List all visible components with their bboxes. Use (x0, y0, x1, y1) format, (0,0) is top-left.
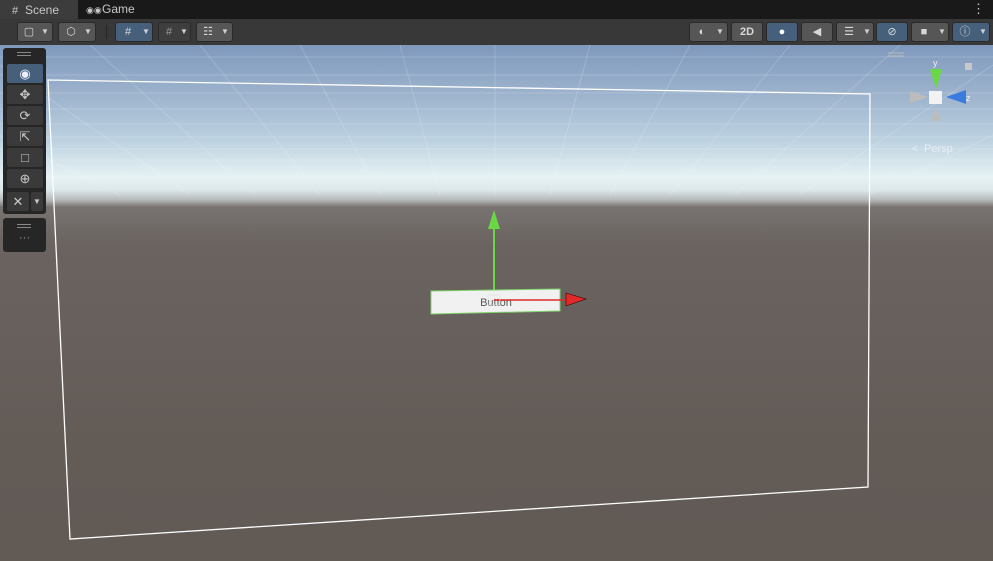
ellipsis-icon: ··· (19, 232, 30, 244)
custom-tool-dropdown[interactable]: ▼ (31, 192, 43, 211)
hidden-objects-toggle-button[interactable]: ⊘ (876, 22, 908, 42)
chevron-down-icon: ▼ (221, 27, 229, 36)
tab-scene-label: Scene (25, 3, 60, 17)
gizmo-y-cone[interactable] (930, 69, 942, 89)
grid-toggle-button[interactable]: # ▼ (115, 22, 153, 42)
tab-bar: # Scene ◉◉Game ⋮ (0, 0, 993, 20)
gizmo-center-cube[interactable] (929, 91, 942, 104)
rect-icon: □ (21, 150, 29, 165)
move-icon: ✥ (19, 87, 31, 102)
rect-tool-button[interactable]: □ (7, 148, 43, 167)
transform-icon: ⊕ (19, 171, 31, 186)
draw-mode-shaded-dropdown[interactable]: ◐ ▼ (689, 22, 728, 42)
transform-tool-button[interactable]: ⊕ (7, 169, 43, 188)
gamepad-icon: ◉◉ (86, 5, 102, 15)
toggle-2d-button[interactable]: 2D (731, 22, 763, 42)
camera-icon: ■ (920, 26, 928, 38)
chevron-down-icon: ▼ (863, 27, 871, 36)
scale-icon: ⇱ (19, 129, 31, 144)
effects-dropdown[interactable]: ☰ ▼ (836, 22, 874, 42)
persp-chevron-icon: < (912, 143, 918, 155)
orientation-gizmo[interactable]: y z Persp < (888, 52, 972, 155)
tab-game[interactable]: ◉◉Game (84, 0, 154, 19)
toggle-2d-label: 2D (739, 26, 755, 38)
ruler-icon: ☷ (203, 26, 213, 38)
custom-tool-button[interactable]: ✕ (7, 192, 29, 211)
overlay-drag-handle[interactable] (17, 52, 31, 56)
increment-snap-dropdown[interactable]: ☷ ▼ (196, 22, 233, 42)
scale-tool-button[interactable]: ⇱ (7, 127, 43, 146)
lightbulb-icon: ● (778, 26, 786, 38)
scene-viewport[interactable]: Button y z Persp < (0, 45, 993, 561)
x-axis-arrow[interactable] (565, 292, 587, 307)
chevron-down-icon: ▼ (41, 27, 49, 36)
chevron-down-icon: ▼ (180, 27, 188, 36)
tab-game-label: Game (102, 2, 135, 16)
tools-icon: ✕ (12, 194, 24, 209)
chevron-down-icon: ▼ (938, 27, 946, 36)
eye-icon: ◉ (19, 66, 31, 81)
layers-icon: ☰ (844, 26, 854, 38)
tab-scene[interactable]: # Scene (0, 0, 78, 20)
scene-toolbar: ▢ ▼ ⬡ ▼ # ▼ # ▼ ☷ ▼ ◐ ▼ 2D ● ◀ ☰ ▼ ⊘ ■ ▼… (0, 19, 993, 46)
chevron-down-icon: ▼ (979, 27, 987, 36)
gizmos-dropdown[interactable]: ⓘ ▼ (952, 22, 990, 42)
more-options-icon[interactable]: ⋮ (972, 1, 985, 17)
chevron-down-icon: ▼ (142, 27, 150, 36)
draw-mode-icon: ▢ (23, 26, 35, 38)
snap-toggle-button[interactable]: # ▼ (158, 22, 191, 42)
cube-icon: ⬡ (66, 26, 76, 38)
grid-icon: # (124, 26, 132, 38)
sky-grid (0, 45, 993, 196)
grid-snap-icon: # (165, 26, 173, 38)
view-tool-button[interactable]: ◉ (7, 64, 43, 83)
camera-dropdown[interactable]: ■ ▼ (911, 22, 949, 42)
gizmo-z-cone[interactable] (946, 90, 966, 104)
scene-object-label: Button (480, 297, 512, 309)
chevron-down-icon: ▼ (84, 27, 92, 36)
audio-toggle-button[interactable]: ◀ (801, 22, 833, 42)
gizmo-z-label: z (966, 93, 971, 103)
sphere-icon: ◐ (698, 26, 706, 38)
rotate-icon: ⟳ (19, 108, 31, 123)
shading-mode-dropdown[interactable]: ⬡ ▼ (58, 22, 96, 42)
tools-overlay: ◉ ✥ ⟳ ⇱ □ ⊕ ✕ ▼ (3, 48, 46, 214)
chevron-down-icon: ▼ (716, 27, 724, 36)
scene-canvas: Button y z Persp < (0, 45, 993, 540)
toolbar-divider (106, 25, 107, 39)
move-tool-button[interactable]: ✥ (7, 85, 43, 104)
gizmo-projection-label[interactable]: Persp (924, 143, 953, 155)
chevron-down-icon: ▼ (33, 197, 41, 206)
gizmo-y-label: y (933, 58, 938, 68)
lighting-toggle-button[interactable]: ● (766, 22, 798, 42)
rotate-tool-button[interactable]: ⟳ (7, 106, 43, 125)
y-axis-arrow[interactable] (488, 210, 500, 229)
draw-mode-dropdown[interactable]: ▢ ▼ (17, 22, 53, 42)
eye-hidden-icon: ⊘ (887, 26, 897, 38)
speaker-mute-icon: ◀ (812, 26, 822, 38)
gizmos-icon: ⓘ (959, 26, 971, 38)
tool-settings-overlay[interactable]: ··· (3, 218, 46, 252)
overlay-drag-handle[interactable] (17, 224, 31, 228)
